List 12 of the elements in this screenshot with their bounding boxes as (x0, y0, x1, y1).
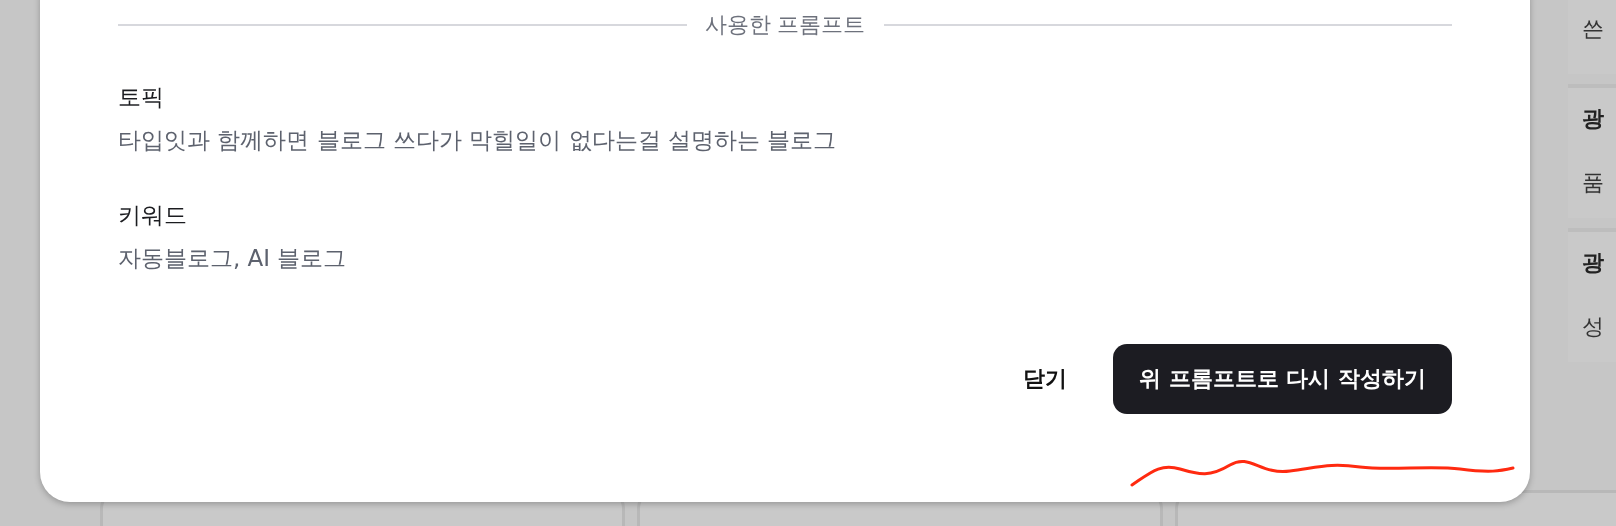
field-label: 키워드 (118, 201, 188, 230)
close-button[interactable]: 닫기 (1023, 354, 1067, 404)
rewrite-button[interactable]: 위 프롬프트로 다시 작성하기 (1113, 344, 1452, 414)
card-text: 광 (1582, 249, 1605, 277)
card-text: 성 (1582, 313, 1605, 341)
field-value: 자동블로그, AI 블로그 (118, 244, 348, 273)
section-title: 사용한 프롬프트 (704, 11, 866, 39)
field-label: 토픽 (118, 83, 165, 112)
field-value: 타입잇과 함께하면 블로그 쓰다가 막힐일이 없다는걸 설명하는 블로그 (118, 126, 838, 155)
card-text: 광 (1582, 105, 1605, 133)
card-text: 쓴 (1582, 15, 1605, 43)
card-text: 품 (1582, 169, 1605, 197)
